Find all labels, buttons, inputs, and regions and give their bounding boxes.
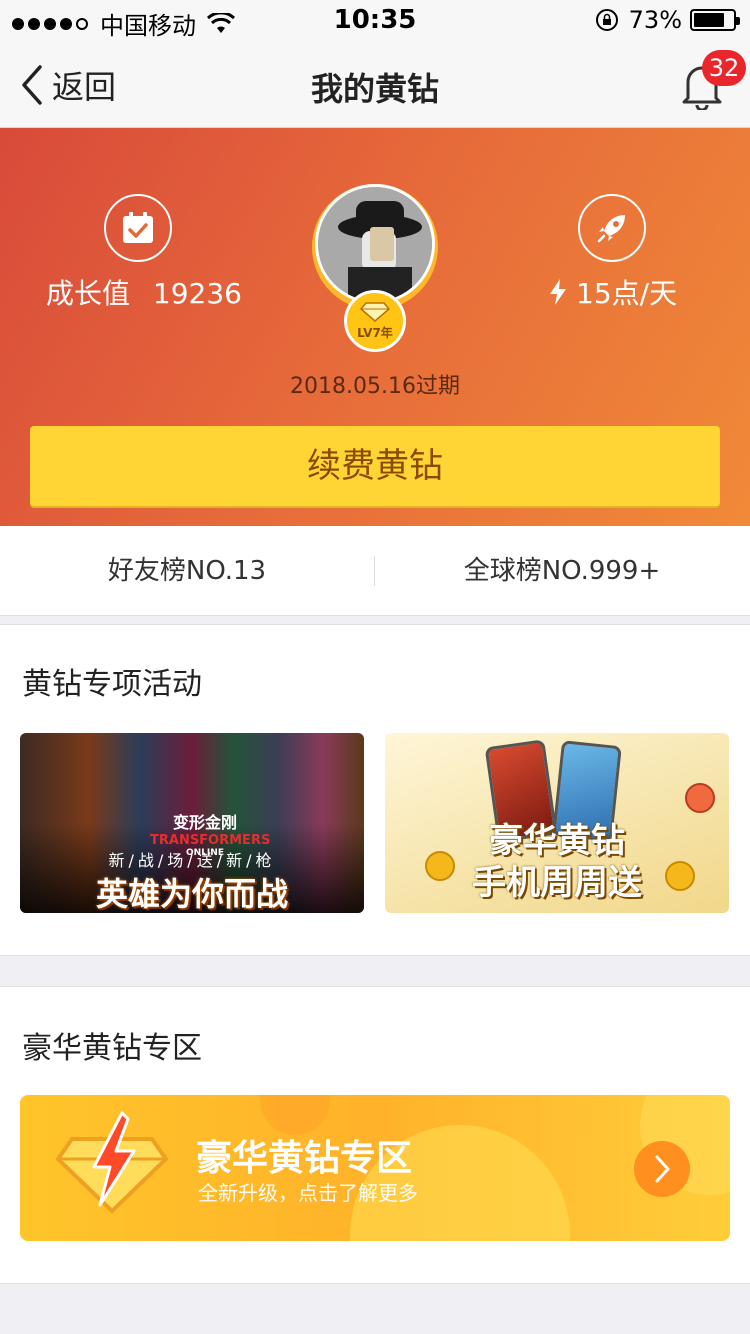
ranking-bar: 好友榜NO.13 全球榜NO.999+ <box>0 526 750 616</box>
transformers-banner[interactable]: 变形金刚 TRANSFORMERS ONLINE 新/战/场/送/新/枪 英雄为… <box>20 733 364 913</box>
activities-heading: 黄钻专项活动 <box>22 667 202 702</box>
activities-section: 黄钻专项活动 变形金刚 TRANSFORMERS ONLINE 新/战/场/送/… <box>0 624 750 956</box>
banner1-title: 英雄为你而战 <box>95 875 288 913</box>
phone-giveaway-banner[interactable]: 豪华黄钻 手机周周送 <box>385 733 729 913</box>
banner1-subtitle: 新/战/场/送/新/枪 <box>108 851 276 870</box>
calendar-check-icon <box>123 212 153 243</box>
logo-cn: 变形金刚 <box>172 813 237 832</box>
red-packet-icon <box>685 783 715 813</box>
status-bar: 中国移动 10:35 73% <box>0 0 750 40</box>
growth-value: 19236 <box>152 277 242 310</box>
deluxe-card-title: 豪华黄钻专区 <box>196 1138 413 1179</box>
growth-label: 成长值 <box>46 277 131 310</box>
renew-button[interactable]: 续费黄钻 <box>30 426 720 506</box>
navigation-bar: 返回 我的黄钻 32 <box>0 40 750 128</box>
expire-date: 2018.05.16过期 <box>290 374 460 399</box>
level-badge: LV7年 <box>344 290 406 352</box>
battery-icon <box>690 9 740 31</box>
diamond-lightning-icon <box>55 1111 169 1214</box>
deluxe-heading: 豪华黄钻专区 <box>22 1031 202 1066</box>
deluxe-card-subtitle: 全新升级，点击了解更多 <box>198 1181 418 1205</box>
membership-header: 成长值 19236 LV7年 15点/天 2018.05.16过期 续费黄钻 <box>0 128 750 526</box>
speed-button[interactable] <box>578 194 646 262</box>
logo-en: TRANSFORMERS <box>150 833 271 848</box>
avatar-photo <box>318 187 432 301</box>
diamond-icon <box>360 301 390 322</box>
lightning-icon <box>550 279 566 305</box>
level-text: LV7年 <box>357 325 393 340</box>
speed-stat: 15点/天 <box>548 272 677 312</box>
rotation-lock-icon <box>595 9 618 31</box>
page-title: 我的黄钻 <box>310 70 439 108</box>
battery-percent: 73% <box>628 6 682 34</box>
deluxe-card[interactable]: 豪华黄钻专区 全新升级，点击了解更多 <box>20 1095 730 1241</box>
rocket-icon <box>597 215 625 243</box>
growth-button[interactable] <box>104 194 172 262</box>
banner2-title-line2: 手机周周送 <box>472 863 642 903</box>
speed-label: 15点/天 <box>576 277 678 310</box>
deluxe-arrow-button[interactable] <box>634 1141 690 1197</box>
global-rank[interactable]: 全球榜NO.999+ <box>375 526 749 616</box>
deluxe-section: 豪华黄钻专区 豪华黄钻专区 全新升级，点击了解更多 <box>0 986 750 1284</box>
friends-rank[interactable]: 好友榜NO.13 <box>0 526 374 616</box>
avatar[interactable] <box>315 184 435 304</box>
growth-stat: 成长值 19236 <box>46 272 242 312</box>
chevron-right-icon <box>655 1155 670 1183</box>
notification-badge: 32 <box>702 50 746 86</box>
